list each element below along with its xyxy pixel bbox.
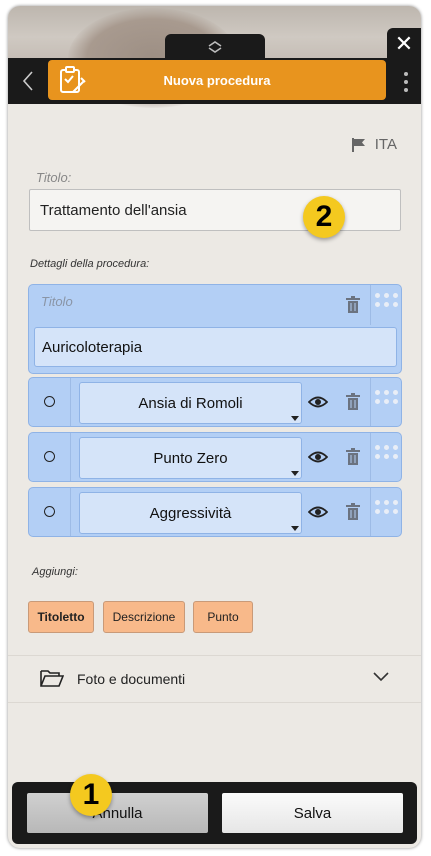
- language-selector[interactable]: ITA: [351, 136, 397, 153]
- kebab-dot-icon: [404, 88, 408, 92]
- trash-icon[interactable]: [345, 393, 361, 411]
- language-code: ITA: [374, 136, 397, 153]
- eye-icon[interactable]: [308, 395, 328, 409]
- drag-handle-icon[interactable]: [374, 445, 398, 459]
- back-button[interactable]: [16, 68, 40, 94]
- divider: [370, 378, 371, 426]
- caret-down-icon: [291, 526, 299, 531]
- add-point-button[interactable]: Punto: [193, 601, 253, 633]
- kebab-dot-icon: [404, 72, 408, 76]
- chevron-down-icon: [373, 672, 389, 682]
- title-section-input[interactable]: Auricoloterapia: [34, 327, 397, 367]
- point-select[interactable]: Aggressività: [79, 492, 302, 534]
- divider: [70, 488, 71, 536]
- divider: [370, 433, 371, 481]
- flag-icon: [351, 137, 365, 152]
- collapse-handle[interactable]: [165, 34, 265, 60]
- top-bar: Nuova procedura: [8, 58, 421, 104]
- point-radio[interactable]: [44, 451, 55, 462]
- save-button[interactable]: Salva: [222, 793, 403, 833]
- point-select[interactable]: Ansia di Romoli: [79, 382, 302, 424]
- attachments-row[interactable]: Foto e documenti: [8, 656, 421, 702]
- divider: [70, 378, 71, 426]
- point-select-value: Punto Zero: [153, 449, 228, 467]
- add-description-button[interactable]: Descrizione: [103, 601, 185, 633]
- close-icon: ✕: [394, 31, 414, 56]
- cancel-button[interactable]: Annulla: [27, 793, 208, 833]
- procedure-title-input[interactable]: Trattamento dell'ansia: [29, 189, 401, 231]
- point-row: Aggressività: [28, 487, 402, 537]
- attachments-label: Foto e documenti: [77, 671, 186, 687]
- eye-icon[interactable]: [308, 505, 328, 519]
- clipboard-icon: [60, 66, 86, 93]
- title-section-block: Titolo Auricoloterapia: [28, 284, 402, 374]
- trash-icon[interactable]: [345, 296, 361, 314]
- divider: [8, 702, 421, 703]
- chevron-left-icon: [22, 71, 33, 91]
- drag-handle-icon[interactable]: [374, 293, 398, 307]
- chevron-up-down-icon: [208, 41, 222, 53]
- caret-down-icon: [291, 471, 299, 476]
- trash-icon[interactable]: [345, 448, 361, 466]
- point-select-value: Aggressività: [149, 504, 232, 522]
- trash-icon[interactable]: [345, 503, 361, 521]
- divider: [370, 285, 371, 325]
- page-title: Nuova procedura: [163, 72, 271, 88]
- add-subtitle-button[interactable]: Titoletto: [28, 601, 94, 633]
- eye-icon[interactable]: [308, 450, 328, 464]
- kebab-dot-icon: [404, 80, 408, 84]
- drag-handle-icon[interactable]: [374, 390, 398, 404]
- page-title-bar: Nuova procedura: [48, 60, 386, 100]
- folder-open-icon: [40, 670, 64, 687]
- point-radio[interactable]: [44, 396, 55, 407]
- add-section-label: Aggiungi:: [32, 566, 78, 578]
- close-button[interactable]: ✕: [387, 28, 421, 60]
- point-row: Punto Zero: [28, 432, 402, 482]
- caret-down-icon: [291, 416, 299, 421]
- more-options-button[interactable]: [403, 72, 409, 92]
- title-field-label: Titolo:: [36, 170, 72, 185]
- app-window: ✕ Nuova procedura ITA Titolo: Trattament…: [8, 6, 421, 848]
- callout-badge-2: 2: [303, 196, 345, 238]
- drag-handle-icon[interactable]: [374, 500, 398, 514]
- point-select[interactable]: Punto Zero: [79, 437, 302, 479]
- point-radio[interactable]: [44, 506, 55, 517]
- procedure-details-label: Dettagli della procedura:: [30, 258, 150, 270]
- divider: [70, 433, 71, 481]
- callout-badge-1: 1: [70, 774, 112, 816]
- point-select-value: Ansia di Romoli: [138, 394, 243, 412]
- divider: [370, 488, 371, 536]
- point-row: Ansia di Romoli: [28, 377, 402, 427]
- title-section-label: Titolo: [41, 294, 73, 309]
